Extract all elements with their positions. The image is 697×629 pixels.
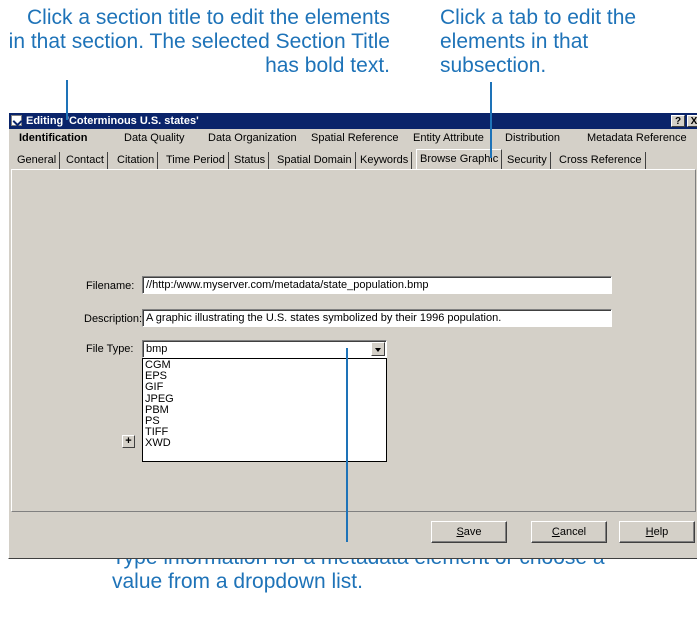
section-metadata-reference[interactable]: Metadata Reference [587,132,687,144]
file-type-options: CGM EPS GIF JPEG PBM PS TIFF XWD [142,358,387,462]
save-button[interactable]: Save [431,521,507,543]
file-type-value: bmp [146,343,168,355]
sections-callout: Click a section title to edit the elemen… [8,6,390,77]
tab-time-period[interactable]: Time Period [163,152,229,169]
cancel-button[interactable]: Cancel [531,521,607,543]
section-identification[interactable]: Identification [19,132,87,144]
section-data-organization[interactable]: Data Organization [208,132,297,144]
help-button[interactable]: Help [619,521,695,543]
list-item[interactable]: TIFF [145,427,384,438]
tab-spatial-domain[interactable]: Spatial Domain [274,152,356,169]
tab-general[interactable]: General [14,152,61,169]
tab-security[interactable]: Security [504,152,551,169]
chevron-down-icon[interactable] [371,342,385,356]
subsection-tabs: General Contact Citation Time Period Sta… [9,149,697,169]
section-titles: Identification Data Quality Data Organiz… [9,131,697,147]
help-mnemonic: H [645,526,654,538]
description-field[interactable]: A graphic illustrating the U.S. states s… [142,309,612,327]
add-button[interactable]: + [122,435,135,448]
tab-status[interactable]: Status [231,152,270,169]
metadata-editor-window: Editing 'Coterminous U.S. states' ? X Id… [8,112,697,559]
tabs-leader-line [490,82,492,158]
section-data-quality[interactable]: Data Quality [124,132,185,144]
list-item[interactable]: PS [145,415,384,427]
filename-field[interactable]: //http:/www.myserver.com/metadata/state_… [142,276,612,294]
help-label: elp [653,526,669,538]
window-title: Editing 'Coterminous U.S. states' [26,115,199,127]
file-type-label: File Type: [86,343,134,355]
cancel-label: ancel [559,526,587,538]
file-type-dropdown[interactable]: bmp [142,340,387,358]
tabs-callout: Click a tab to edit the elements in that… [440,6,637,77]
help-title-button[interactable]: ? [671,115,685,127]
field-leader-line [346,348,348,542]
title-bar: Editing 'Coterminous U.S. states' ? X [9,113,697,129]
close-button[interactable]: X [687,115,697,127]
list-item[interactable]: XWD [145,438,384,449]
cancel-mnemonic: C [551,526,560,538]
sections-leader-line [66,80,68,120]
save-mnemonic: S [456,526,464,538]
tab-citation[interactable]: Citation [114,152,159,169]
list-item[interactable]: GIF [145,382,384,393]
list-item[interactable]: EPS [145,370,384,382]
tab-contact[interactable]: Contact [63,152,108,169]
section-entity-attribute[interactable]: Entity Attribute [413,132,484,144]
list-item[interactable]: CGM [145,359,384,371]
section-spatial-reference[interactable]: Spatial Reference [311,132,398,144]
list-item[interactable]: PBM [145,404,384,416]
edit-icon [11,115,22,126]
description-label: Description: [84,313,143,325]
tab-cross-reference[interactable]: Cross Reference [556,152,646,169]
section-distribution[interactable]: Distribution [505,132,560,144]
tab-keywords[interactable]: Keywords [357,152,413,169]
save-label: ave [463,526,482,538]
list-item[interactable]: JPEG [145,393,384,405]
filename-label: Filename: [86,280,135,292]
browse-graphic-panel: Filename: //http:/www.myserver.com/metad… [11,169,696,512]
